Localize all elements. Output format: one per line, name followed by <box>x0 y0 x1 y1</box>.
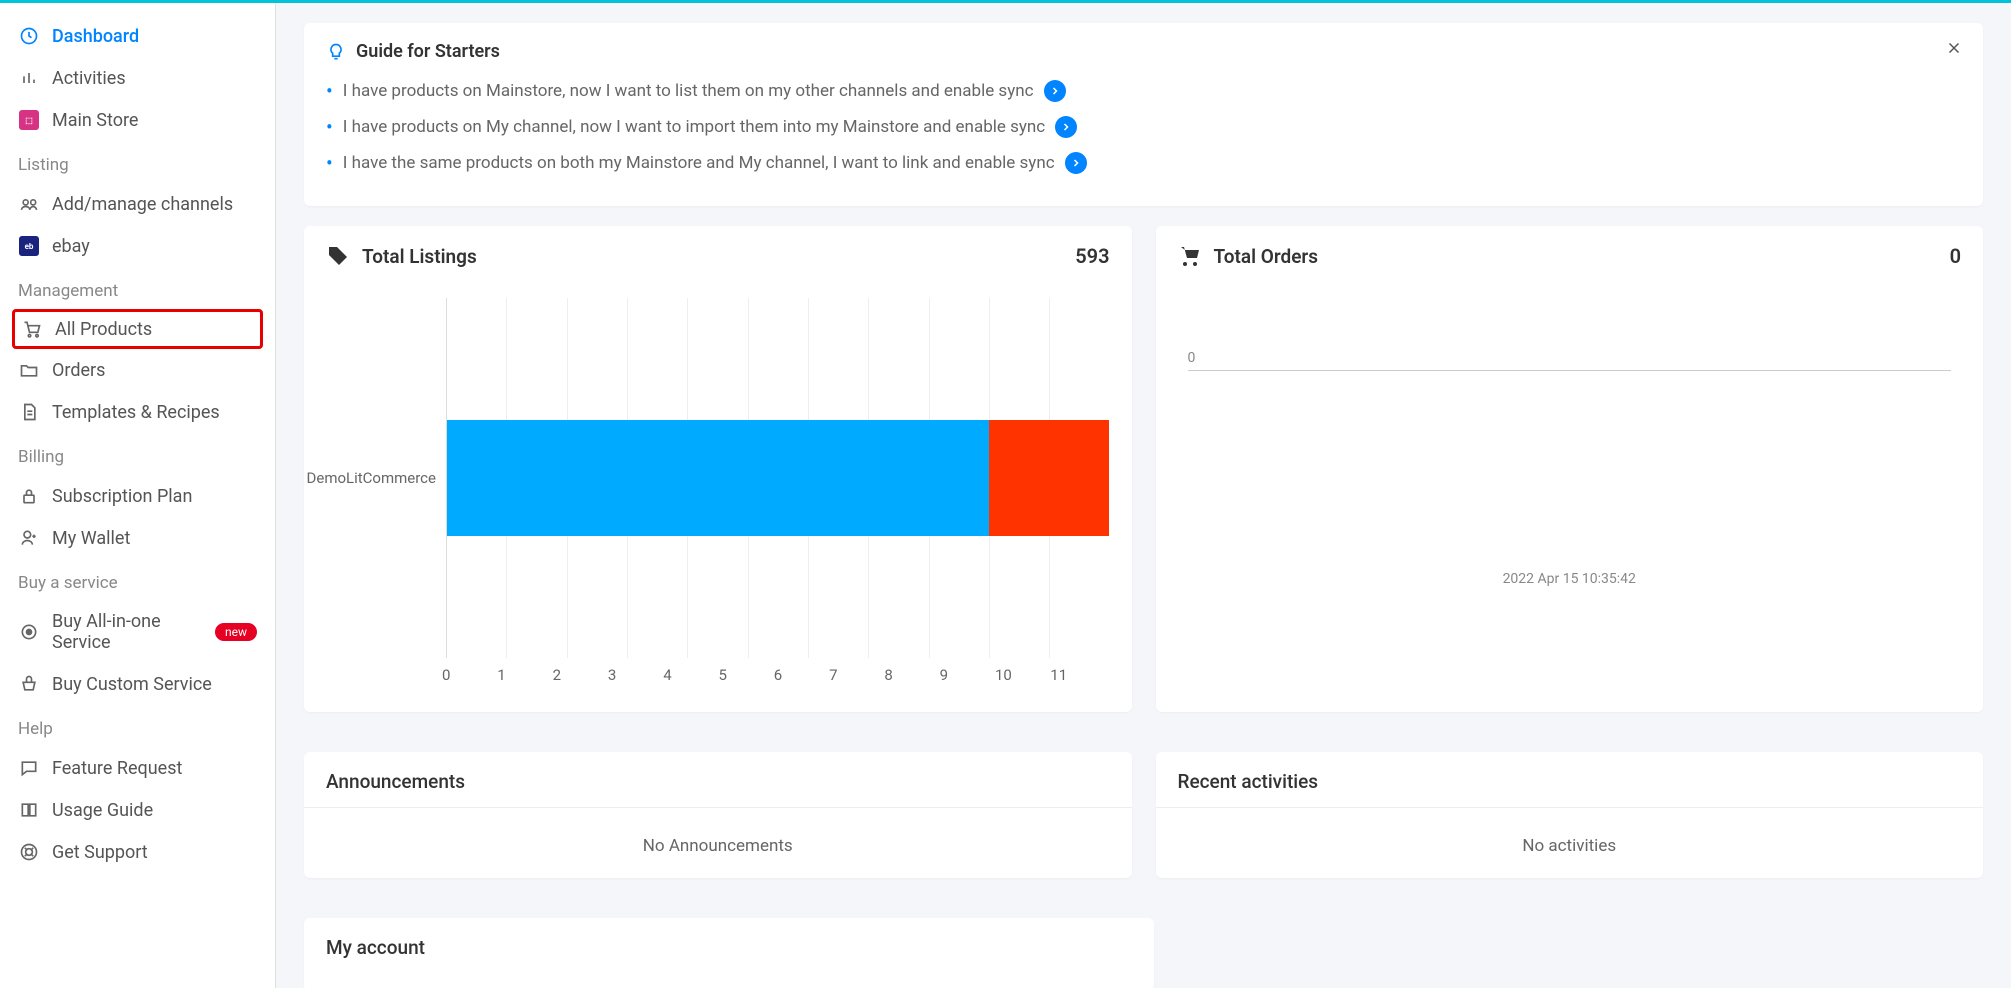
sidebar-item-dashboard[interactable]: Dashboard <box>0 15 275 57</box>
sidebar-item-templates[interactable]: Templates & Recipes <box>0 391 275 433</box>
channels-icon <box>18 193 40 215</box>
doc-icon <box>18 401 40 423</box>
sidebar-item-all-products[interactable]: All Products <box>12 309 263 349</box>
support-icon <box>18 841 40 863</box>
cart-icon <box>21 318 43 340</box>
listings-title: Total Listings <box>326 244 477 268</box>
sidebar-item-usage-guide[interactable]: Usage Guide <box>0 789 275 831</box>
section-billing: Billing <box>0 433 275 475</box>
sidebar-item-subscription[interactable]: Subscription Plan <box>0 475 275 517</box>
guide-link[interactable]: • I have products on My channel, now I w… <box>326 116 1961 138</box>
bulb-icon <box>326 42 346 62</box>
listings-value: 593 <box>1075 244 1109 268</box>
target-icon <box>18 621 40 643</box>
arrow-icon[interactable] <box>1065 152 1087 174</box>
activities-icon <box>18 67 40 89</box>
bullet-icon: • <box>326 81 333 101</box>
guide-title: Guide for Starters <box>326 41 1961 62</box>
sidebar-item-label: Feature Request <box>52 758 182 779</box>
main-content: Guide for Starters • I have products on … <box>276 3 2011 988</box>
section-listing: Listing <box>0 141 275 183</box>
guide-link-text: I have products on My channel, now I wan… <box>343 117 1045 137</box>
chat-icon <box>18 757 40 779</box>
bullet-icon: • <box>326 153 333 173</box>
orders-title: Total Orders <box>1178 244 1319 268</box>
close-button[interactable] <box>1945 39 1963 57</box>
sidebar-item-label: Subscription Plan <box>52 486 192 507</box>
sidebar-item-feature-request[interactable]: Feature Request <box>0 747 275 789</box>
badge-new: new <box>215 623 257 641</box>
sidebar-item-wallet[interactable]: My Wallet <box>0 517 275 559</box>
sidebar-item-label: All Products <box>55 319 152 340</box>
sidebar-item-label: Orders <box>52 360 105 381</box>
guide-link[interactable]: • I have products on Mainstore, now I wa… <box>326 80 1961 102</box>
activities-card: Recent activities No activities <box>1156 752 1984 878</box>
sidebar-item-label: Buy Custom Service <box>52 674 212 695</box>
orders-chart: 0 2022 Apr 15 10:35:42 <box>1178 288 1962 648</box>
sidebar-item-label: Activities <box>52 68 126 89</box>
section-buy-service: Buy a service <box>0 559 275 601</box>
orders-timestamp: 2022 Apr 15 10:35:42 <box>1188 571 1952 587</box>
sidebar-item-orders[interactable]: Orders <box>0 349 275 391</box>
sidebar-item-custom-service[interactable]: Buy Custom Service <box>0 663 275 705</box>
sidebar-item-support[interactable]: Get Support <box>0 831 275 873</box>
sidebar-item-label: ebay <box>52 236 90 257</box>
mainstore-icon: ⬚ <box>18 109 40 131</box>
wallet-icon <box>18 527 40 549</box>
announcements-empty: No Announcements <box>326 822 1110 860</box>
my-account-card: My account <box>304 918 1154 988</box>
sidebar: Dashboard Activities ⬚ Main Store Listin… <box>0 3 276 988</box>
arrow-icon[interactable] <box>1044 80 1066 102</box>
arrow-icon[interactable] <box>1055 116 1077 138</box>
basket-icon <box>18 673 40 695</box>
dashboard-icon <box>18 25 40 47</box>
sidebar-item-label: Templates & Recipes <box>52 402 220 423</box>
section-help: Help <box>0 705 275 747</box>
chart-xaxis: 01234567891011 <box>446 658 1110 684</box>
sidebar-item-channels[interactable]: Add/manage channels <box>0 183 275 225</box>
sidebar-item-allinone[interactable]: Buy All-in-one Service new <box>0 601 275 663</box>
total-listings-card: Total Listings 593 DemoLitCommerce <box>304 226 1132 712</box>
activities-title: Recent activities <box>1178 770 1962 793</box>
folder-icon <box>18 359 40 381</box>
announcements-card: Announcements No Announcements <box>304 752 1132 878</box>
guide-link-text: I have the same products on both my Main… <box>343 153 1055 173</box>
ebay-icon: eb <box>18 235 40 257</box>
book-icon <box>18 799 40 821</box>
bar-segment-1 <box>447 420 989 535</box>
tag-icon <box>326 244 350 268</box>
sidebar-item-activities[interactable]: Activities <box>0 57 275 99</box>
sidebar-item-label: Usage Guide <box>52 800 153 821</box>
chart-category-label: DemoLitCommerce <box>326 298 446 658</box>
activities-empty: No activities <box>1178 822 1962 860</box>
sidebar-item-label: Main Store <box>52 110 138 131</box>
orders-axis-line <box>1188 370 1952 371</box>
listings-chart: DemoLitCommerce 01234567891011 <box>326 288 1110 694</box>
account-title: My account <box>326 936 1132 959</box>
guide-title-text: Guide for Starters <box>356 41 500 62</box>
section-management: Management <box>0 267 275 309</box>
lock-icon <box>18 485 40 507</box>
cart-icon <box>1178 244 1202 268</box>
bullet-icon: • <box>326 117 333 137</box>
total-orders-card: Total Orders 0 0 2022 Apr 15 10:35:42 <box>1156 226 1984 712</box>
sidebar-item-label: Dashboard <box>52 26 139 47</box>
announcements-title: Announcements <box>326 770 1110 793</box>
orders-title-text: Total Orders <box>1214 245 1319 268</box>
guide-card: Guide for Starters • I have products on … <box>304 23 1983 206</box>
sidebar-item-label: My Wallet <box>52 528 130 549</box>
sidebar-item-label: Add/manage channels <box>52 194 233 215</box>
bar-segment-2 <box>989 420 1110 535</box>
sidebar-item-mainstore[interactable]: ⬚ Main Store <box>0 99 275 141</box>
guide-link[interactable]: • I have the same products on both my Ma… <box>326 152 1961 174</box>
sidebar-item-label: Buy All-in-one Service <box>52 611 197 653</box>
sidebar-item-ebay[interactable]: eb ebay <box>0 225 275 267</box>
listings-title-text: Total Listings <box>362 245 477 268</box>
chart-bars <box>447 420 1110 535</box>
sidebar-item-label: Get Support <box>52 842 148 863</box>
orders-zero-label: 0 <box>1188 350 1952 366</box>
orders-value: 0 <box>1950 244 1961 268</box>
guide-link-text: I have products on Mainstore, now I want… <box>343 81 1034 101</box>
